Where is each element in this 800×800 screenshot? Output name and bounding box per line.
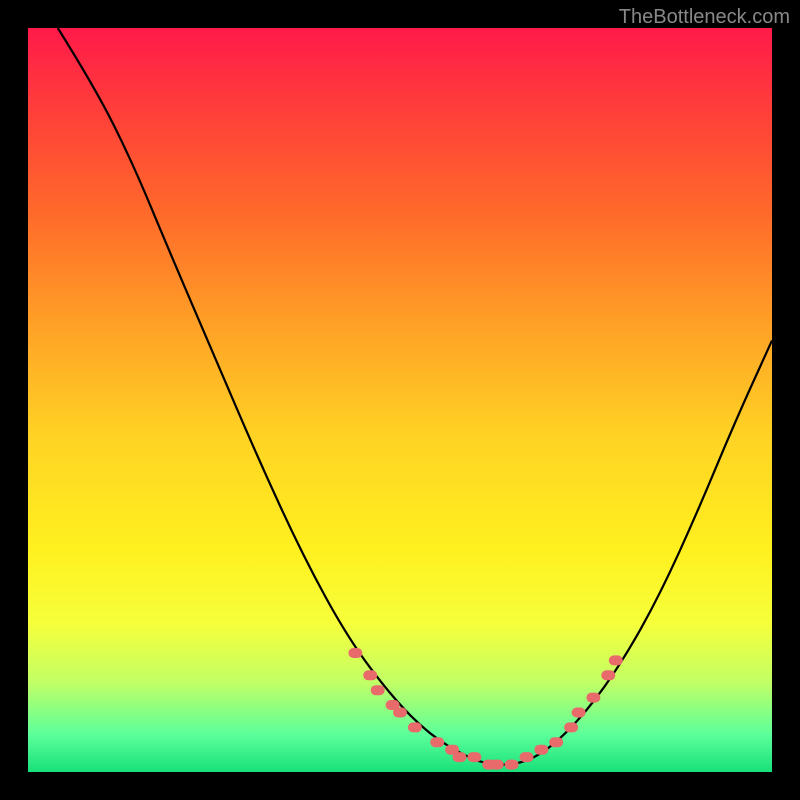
highlight-marker bbox=[520, 752, 534, 762]
highlight-marker bbox=[609, 655, 623, 665]
chart-plot-area bbox=[28, 28, 772, 772]
highlight-marker bbox=[408, 722, 422, 732]
highlight-marker bbox=[601, 670, 615, 680]
highlight-marker bbox=[572, 708, 586, 718]
highlight-markers bbox=[348, 648, 622, 770]
highlight-marker bbox=[453, 752, 467, 762]
highlight-marker bbox=[505, 760, 519, 770]
highlight-marker bbox=[348, 648, 362, 658]
highlight-marker bbox=[586, 693, 600, 703]
highlight-marker bbox=[467, 752, 481, 762]
highlight-marker bbox=[564, 722, 578, 732]
highlight-marker bbox=[430, 737, 444, 747]
highlight-marker bbox=[490, 760, 504, 770]
highlight-marker bbox=[371, 685, 385, 695]
bottleneck-curve-line bbox=[58, 28, 772, 765]
chart-svg bbox=[28, 28, 772, 772]
watermark-text: TheBottleneck.com bbox=[619, 6, 790, 29]
highlight-marker bbox=[534, 745, 548, 755]
highlight-marker bbox=[549, 737, 563, 747]
highlight-marker bbox=[393, 708, 407, 718]
highlight-marker bbox=[363, 670, 377, 680]
